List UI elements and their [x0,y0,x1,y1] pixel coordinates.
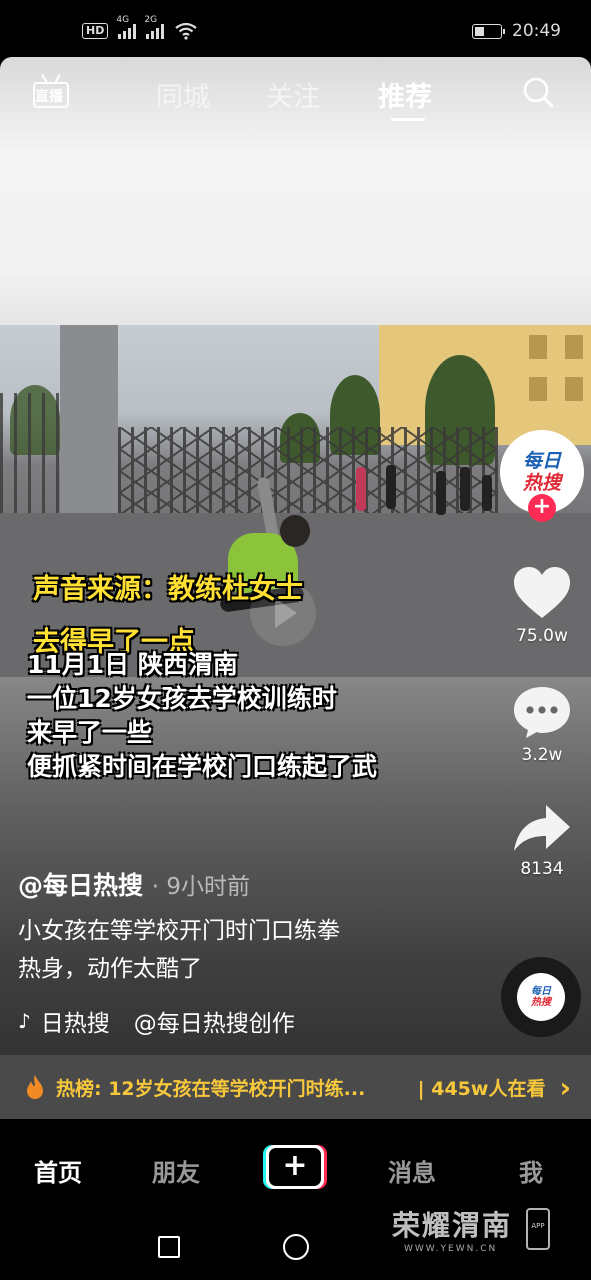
student-figure [482,475,492,511]
comment-icon[interactable] [512,685,572,739]
recents-icon[interactable] [158,1236,180,1258]
watermark: 荣耀渭南 WWW.YEWN.CN APP [392,1204,552,1264]
overlay-line: 一位12岁女孩去学校训练时 [27,684,337,713]
student-figure [460,467,470,511]
hd-badge: HD [82,23,109,39]
tab-nearby[interactable]: 同城 [156,75,210,114]
author-name[interactable]: @每日热搜 [18,871,143,900]
author-line: @每日热搜 · 9小时前 [18,866,250,902]
chevron-right-icon: › [559,1070,571,1104]
disc-text-line2: 热搜 [531,997,551,1008]
active-tab-indicator [391,118,425,121]
student-figure [386,465,396,509]
avatar-text-line2: 热搜 [522,472,561,494]
tab-messages[interactable]: 消息 [388,1153,436,1188]
tab-following[interactable]: 关注 [266,75,320,114]
disc-text-line1: 每日 [531,986,551,997]
network-type-label-secondary: 2G [144,15,158,25]
bottom-tab-bar: 首页 朋友 + 消息 我 [0,1119,591,1214]
status-time: 20:49 [512,21,561,41]
side-fence [0,393,60,515]
search-icon[interactable] [522,76,554,108]
music-text: 日热搜 [40,1011,110,1037]
wifi-icon [175,22,198,40]
video-text-overlay: 11月1日 陕西渭南 一位12岁女孩去学校训练时 来早了一些 便抓紧时间在学校门… [27,648,377,784]
live-label: 直播 [35,89,63,105]
hot-list-text: 热榜: 12岁女孩在等学校开门时练... [56,1077,366,1100]
phone-icon: APP [526,1208,550,1250]
like-action[interactable]: 75.0w [500,566,584,646]
tab-me[interactable]: 我 [519,1153,543,1188]
tab-recommended[interactable]: 推荐 [378,75,432,114]
share-count: 8134 [520,859,564,879]
hot-viewers: | 445w人在看 [417,1077,546,1100]
share-action[interactable]: 8134 [500,803,584,879]
girl-head [280,515,310,547]
fire-icon [27,1075,43,1099]
follow-button[interactable]: + [528,494,556,522]
tab-friends[interactable]: 朋友 [152,1153,200,1188]
student-figure [356,467,366,511]
music-creator: @每日热搜创作 [133,1011,295,1037]
music-note-icon: ♪ [18,1009,31,1033]
home-icon[interactable] [283,1234,309,1260]
battery-icon [472,23,505,39]
create-button[interactable]: + [263,1145,327,1189]
author-avatar-wrap[interactable]: 每日 热搜 + [500,430,584,522]
share-icon[interactable] [512,803,572,853]
overlay-line: 来早了一些 [27,718,153,747]
description-line: 小女孩在等学校开门时门口练拳 [18,918,340,944]
plus-icon: + [269,1148,321,1186]
overlay-line: 11月1日 陕西渭南 [27,650,238,679]
heart-icon[interactable] [512,566,572,620]
comment-count: 3.2w [521,745,563,765]
post-description[interactable]: 小女孩在等学校开门时门口练拳 热身，动作太酷了 [18,912,340,988]
top-nav: 直播 同城 关注 推荐 [0,57,591,132]
student-figure [436,471,446,515]
watermark-url: WWW.YEWN.CN [404,1244,498,1254]
video-caption-line: 声音来源：教练杜女士 [33,574,303,605]
hot-list-bar[interactable]: 热榜: 12岁女孩在等学校开门时练... | 445w人在看 › [0,1055,591,1119]
status-bar: HD 4G 2G 20:49 [0,0,591,62]
signal-icon-secondary: 2G [144,15,165,39]
avatar-text-line1: 每日 [522,450,561,472]
music-disc-cover: 每日 热搜 [517,973,565,1021]
status-left: HD 4G 2G [82,15,198,40]
watermark-app: APP [531,1222,545,1230]
live-tv-icon[interactable]: 直播 [30,73,74,113]
music-disc[interactable]: 每日 热搜 [501,957,581,1037]
status-right: 20:49 [472,21,561,41]
watermark-title: 荣耀渭南 [392,1209,513,1242]
post-time: · 9小时前 [151,874,250,900]
music-row[interactable]: ♪ 日热搜 @每日热搜创作 [18,1004,295,1038]
gate-pillar [60,325,118,525]
tab-home[interactable]: 首页 [34,1153,82,1188]
overlay-line: 便抓紧时间在学校门口练起了武 [27,752,378,781]
network-type-label: 4G [116,15,130,25]
comment-action[interactable]: 3.2w [500,685,584,765]
description-line: 热身，动作太酷了 [18,956,202,982]
like-count: 75.0w [516,626,568,646]
signal-icon: 4G [116,15,137,39]
